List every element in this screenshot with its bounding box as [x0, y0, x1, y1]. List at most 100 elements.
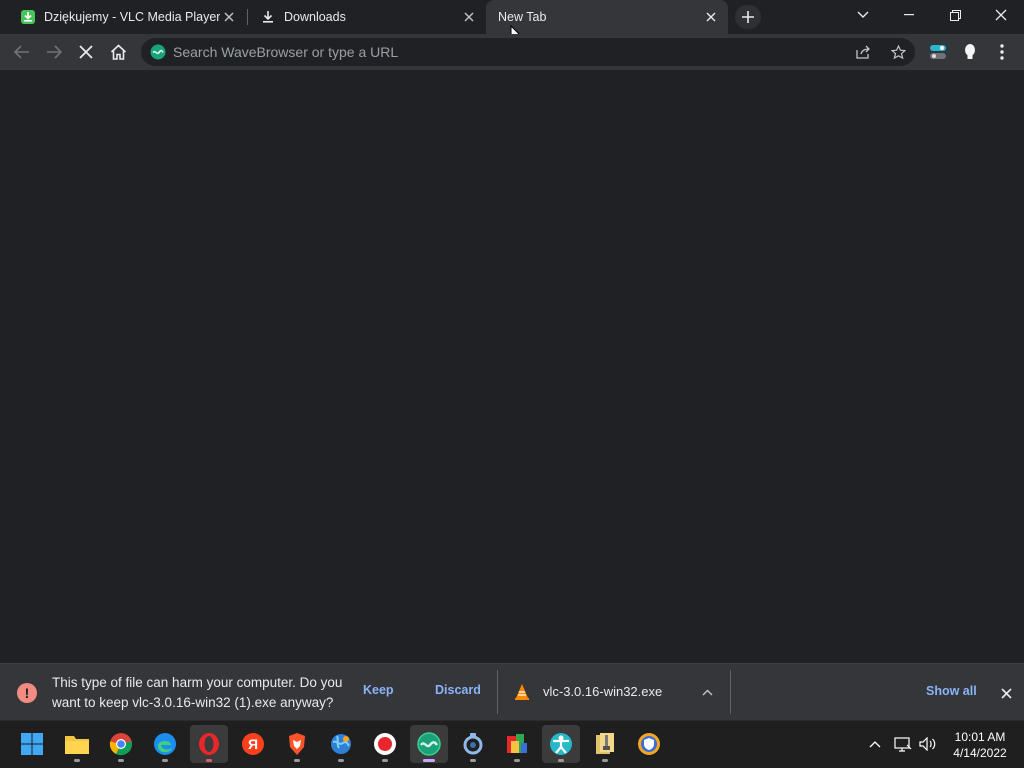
- ring-app-icon: [463, 733, 483, 755]
- taskbar-archive[interactable]: [586, 725, 624, 763]
- taskbar-brave[interactable]: [278, 725, 316, 763]
- close-window-button[interactable]: [978, 0, 1024, 30]
- discard-button[interactable]: Discard: [435, 683, 481, 697]
- vlc-download-icon: [20, 9, 36, 25]
- taskbar-shield-browser[interactable]: [630, 725, 668, 763]
- download-options-button[interactable]: [698, 683, 716, 701]
- more-vert-icon: [1000, 44, 1004, 60]
- yandex-icon: Я: [242, 733, 264, 755]
- taskbar-wavebrowser[interactable]: [410, 725, 448, 763]
- taskbar-recorder[interactable]: [366, 725, 404, 763]
- taskbar-edge[interactable]: [146, 725, 184, 763]
- svg-text:Я: Я: [248, 736, 258, 752]
- edge-icon: [154, 733, 176, 755]
- divider: [497, 670, 498, 714]
- forward-arrow-icon: [47, 45, 62, 59]
- clock-date: 4/14/2022: [953, 746, 1007, 760]
- download-warning-text: This type of file can harm your computer…: [52, 675, 343, 710]
- taskbar-yandex[interactable]: Я: [234, 725, 272, 763]
- volume-button[interactable]: [918, 735, 938, 753]
- person-app-icon: [550, 733, 572, 755]
- divider: [730, 670, 731, 714]
- brave-icon: [289, 733, 305, 755]
- windows-start-icon: [21, 733, 43, 755]
- chevron-down-icon: [857, 11, 869, 18]
- minimize-icon: [904, 14, 914, 16]
- chevron-up-icon: [869, 740, 881, 747]
- taskbar-app-ring[interactable]: [454, 725, 492, 763]
- download-bar: ! This type of file can harm your comput…: [0, 663, 1024, 720]
- clock-time: 10:01 AM: [954, 730, 1006, 744]
- share-icon: [856, 45, 870, 59]
- shield-browser-icon: [638, 733, 660, 755]
- taskbar-app-person[interactable]: [542, 725, 580, 763]
- tab-title: New Tab: [498, 10, 547, 24]
- back-arrow-icon: [14, 45, 29, 59]
- show-hidden-icons-button[interactable]: [866, 735, 884, 753]
- close-download-bar-button[interactable]: [997, 684, 1015, 702]
- download-icon: [260, 9, 276, 25]
- speaker-icon: [919, 737, 936, 751]
- menu-button[interactable]: [988, 38, 1016, 66]
- extension-toggle-icon: [930, 45, 946, 59]
- omnibox-input[interactable]: [173, 38, 833, 66]
- tab-title: Dziękujemy - VLC Media Player: [44, 10, 220, 24]
- close-icon: [1000, 687, 1012, 699]
- tab-new-tab[interactable]: New Tab: [486, 0, 728, 34]
- blocks-app-icon: [507, 734, 527, 753]
- home-icon: [110, 44, 126, 60]
- browser-toolbar: [0, 34, 1024, 70]
- warning-icon: !: [17, 683, 37, 703]
- tab-close-icon[interactable]: [460, 8, 478, 26]
- close-icon: [995, 9, 1007, 21]
- windows-taskbar: Я 10:01 AM 4/14/2022: [0, 720, 1024, 768]
- opera-icon: [199, 733, 219, 755]
- taskbar-app-blocks[interactable]: [498, 725, 536, 763]
- tab-search-button[interactable]: [840, 0, 886, 30]
- show-all-button[interactable]: Show all: [926, 684, 977, 698]
- wavebrowser-logo-icon: [150, 44, 166, 60]
- plus-icon: [742, 11, 754, 23]
- address-bar[interactable]: [141, 38, 915, 66]
- profile-button[interactable]: [956, 38, 984, 66]
- stop-loading-button[interactable]: [72, 38, 100, 66]
- record-icon: [374, 733, 396, 755]
- keep-button[interactable]: Keep: [363, 683, 394, 697]
- bookmark-star-button[interactable]: [887, 42, 909, 62]
- taskbar-chrome[interactable]: [102, 725, 140, 763]
- star-icon: [890, 44, 906, 59]
- tab-close-icon[interactable]: [702, 8, 720, 26]
- restore-button[interactable]: [932, 0, 978, 30]
- network-icon: [894, 736, 912, 752]
- tab-downloads[interactable]: Downloads: [240, 0, 486, 34]
- taskbar-file-explorer[interactable]: [58, 725, 96, 763]
- share-button[interactable]: [853, 42, 875, 62]
- tab-close-icon[interactable]: [220, 8, 238, 26]
- chevron-up-icon: [702, 689, 712, 695]
- taskbar-opera[interactable]: [190, 725, 228, 763]
- wavebrowser-icon: [417, 732, 441, 756]
- archive-icon: [596, 733, 614, 754]
- tab-title: Downloads: [284, 10, 346, 24]
- back-button[interactable]: [8, 38, 36, 66]
- tab-vlc[interactable]: Dziękujemy - VLC Media Player: [0, 0, 246, 34]
- system-clock[interactable]: 10:01 AM 4/14/2022: [948, 729, 1012, 761]
- stop-icon: [79, 45, 93, 59]
- home-button[interactable]: [104, 38, 132, 66]
- restore-icon: [949, 9, 961, 21]
- taskbar-start-button[interactable]: [13, 725, 51, 763]
- globe-browser-icon: [331, 734, 351, 754]
- taskbar-globe-browser[interactable]: [322, 725, 360, 763]
- forward-button[interactable]: [40, 38, 68, 66]
- extension-button[interactable]: [924, 38, 952, 66]
- tab-strip: Dziękujemy - VLC Media Player Downloads …: [0, 0, 1024, 43]
- minimize-button[interactable]: [886, 0, 932, 30]
- network-button[interactable]: [893, 735, 913, 753]
- chrome-icon: [109, 733, 132, 756]
- download-filename[interactable]: vlc-3.0.16-win32.exe: [543, 684, 662, 699]
- vlc-cone-icon: [515, 684, 529, 700]
- folder-icon: [65, 736, 89, 754]
- new-tab-button[interactable]: [735, 5, 761, 29]
- page-content-area: [0, 70, 1024, 663]
- profile-lightbulb-icon: [965, 44, 975, 59]
